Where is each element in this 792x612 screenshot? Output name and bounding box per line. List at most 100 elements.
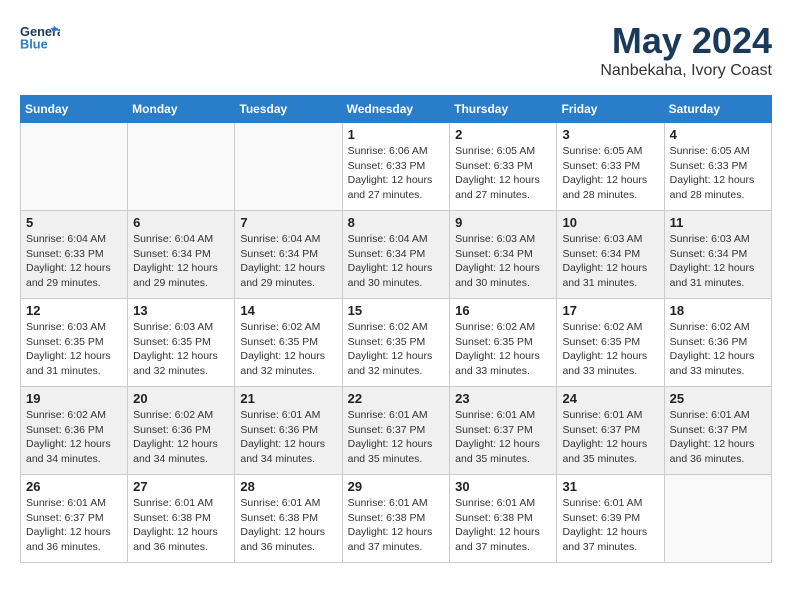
calendar-day-cell: 11 Sunrise: 6:03 AM Sunset: 6:34 PM Dayli… <box>664 211 771 299</box>
day-info: Sunrise: 6:03 AM Sunset: 6:34 PM Dayligh… <box>562 232 658 291</box>
day-info: Sunrise: 6:01 AM Sunset: 6:37 PM Dayligh… <box>670 408 766 467</box>
calendar-day-cell: 25 Sunrise: 6:01 AM Sunset: 6:37 PM Dayli… <box>664 387 771 475</box>
day-number: 4 <box>670 127 766 142</box>
calendar-day-cell <box>664 475 771 563</box>
calendar-day-cell: 6 Sunrise: 6:04 AM Sunset: 6:34 PM Daylig… <box>128 211 235 299</box>
calendar-day-cell: 29Sunrise: 6:01 AM Sunset: 6:38 PM Dayli… <box>342 475 450 563</box>
day-number: 14 <box>240 303 336 318</box>
weekday-header: Thursday <box>450 96 557 123</box>
calendar-day-cell <box>128 123 235 211</box>
day-info: Sunrise: 6:02 AM Sunset: 6:36 PM Dayligh… <box>133 408 229 467</box>
day-number: 25 <box>670 391 766 406</box>
calendar-day-cell: 1 Sunrise: 6:06 AM Sunset: 6:33 PM Daylig… <box>342 123 450 211</box>
day-number: 30 <box>455 479 551 494</box>
title-section: May 2024 Nanbekaha, Ivory Coast <box>600 20 772 80</box>
calendar-day-cell: 24 Sunrise: 6:01 AM Sunset: 6:37 PM Dayli… <box>557 387 664 475</box>
day-info: Sunrise: 6:04 AM Sunset: 6:34 PM Dayligh… <box>133 232 229 291</box>
calendar-day-cell: 19 Sunrise: 6:02 AM Sunset: 6:36 PM Dayli… <box>21 387 128 475</box>
day-info: Sunrise: 6:03 AM Sunset: 6:34 PM Dayligh… <box>670 232 766 291</box>
calendar-day-cell: 10 Sunrise: 6:03 AM Sunset: 6:34 PM Dayli… <box>557 211 664 299</box>
calendar-day-cell: 8Sunrise: 6:04 AM Sunset: 6:34 PM Daylig… <box>342 211 450 299</box>
calendar-day-cell: 21 Sunrise: 6:01 AM Sunset: 6:36 PM Dayli… <box>235 387 342 475</box>
calendar-day-cell: 5 Sunrise: 6:04 AM Sunset: 6:33 PM Daylig… <box>21 211 128 299</box>
day-info: Sunrise: 6:01 AM Sunset: 6:38 PM Dayligh… <box>240 496 336 555</box>
day-info: Sunrise: 6:02 AM Sunset: 6:35 PM Dayligh… <box>455 320 551 379</box>
day-number: 20 <box>133 391 229 406</box>
weekday-header: Saturday <box>664 96 771 123</box>
calendar-day-cell: 27Sunrise: 6:01 AM Sunset: 6:38 PM Dayli… <box>128 475 235 563</box>
calendar-week-row: 1 Sunrise: 6:06 AM Sunset: 6:33 PM Daylig… <box>21 123 772 211</box>
day-number: 10 <box>562 215 658 230</box>
day-info: Sunrise: 6:06 AM Sunset: 6:33 PM Dayligh… <box>348 144 445 203</box>
day-number: 7 <box>240 215 336 230</box>
location-title: Nanbekaha, Ivory Coast <box>600 62 772 80</box>
day-number: 29 <box>348 479 445 494</box>
day-number: 15 <box>348 303 445 318</box>
calendar-header-row: SundayMondayTuesdayWednesdayThursdayFrid… <box>21 96 772 123</box>
day-info: Sunrise: 6:02 AM Sunset: 6:35 PM Dayligh… <box>240 320 336 379</box>
day-number: 28 <box>240 479 336 494</box>
day-info: Sunrise: 6:04 AM Sunset: 6:34 PM Dayligh… <box>348 232 445 291</box>
day-info: Sunrise: 6:02 AM Sunset: 6:36 PM Dayligh… <box>670 320 766 379</box>
day-info: Sunrise: 6:01 AM Sunset: 6:37 PM Dayligh… <box>26 496 122 555</box>
calendar-day-cell: 16 Sunrise: 6:02 AM Sunset: 6:35 PM Dayli… <box>450 299 557 387</box>
calendar-day-cell: 23 Sunrise: 6:01 AM Sunset: 6:37 PM Dayli… <box>450 387 557 475</box>
calendar-week-row: 19 Sunrise: 6:02 AM Sunset: 6:36 PM Dayli… <box>21 387 772 475</box>
logo-icon: General Blue <box>20 20 60 55</box>
calendar-day-cell: 22Sunrise: 6:01 AM Sunset: 6:37 PM Dayli… <box>342 387 450 475</box>
calendar-week-row: 12 Sunrise: 6:03 AM Sunset: 6:35 PM Dayli… <box>21 299 772 387</box>
day-info: Sunrise: 6:03 AM Sunset: 6:35 PM Dayligh… <box>26 320 122 379</box>
day-number: 16 <box>455 303 551 318</box>
weekday-header: Tuesday <box>235 96 342 123</box>
day-number: 3 <box>562 127 658 142</box>
calendar-day-cell: 4 Sunrise: 6:05 AM Sunset: 6:33 PM Daylig… <box>664 123 771 211</box>
day-info: Sunrise: 6:01 AM Sunset: 6:39 PM Dayligh… <box>562 496 658 555</box>
weekday-header: Wednesday <box>342 96 450 123</box>
calendar-day-cell <box>21 123 128 211</box>
svg-text:Blue: Blue <box>20 37 48 52</box>
calendar-day-cell: 14 Sunrise: 6:02 AM Sunset: 6:35 PM Dayli… <box>235 299 342 387</box>
day-number: 13 <box>133 303 229 318</box>
day-number: 12 <box>26 303 122 318</box>
calendar-day-cell: 7Sunrise: 6:04 AM Sunset: 6:34 PM Daylig… <box>235 211 342 299</box>
header: General Blue May 2024 Nanbekaha, Ivory C… <box>20 20 772 80</box>
weekday-header: Sunday <box>21 96 128 123</box>
calendar-table: SundayMondayTuesdayWednesdayThursdayFrid… <box>20 95 772 563</box>
day-number: 9 <box>455 215 551 230</box>
day-number: 31 <box>562 479 658 494</box>
day-info: Sunrise: 6:02 AM Sunset: 6:36 PM Dayligh… <box>26 408 122 467</box>
day-number: 22 <box>348 391 445 406</box>
day-info: Sunrise: 6:04 AM Sunset: 6:33 PM Dayligh… <box>26 232 122 291</box>
month-title: May 2024 <box>600 20 772 62</box>
calendar-day-cell: 9 Sunrise: 6:03 AM Sunset: 6:34 PM Daylig… <box>450 211 557 299</box>
day-info: Sunrise: 6:01 AM Sunset: 6:37 PM Dayligh… <box>455 408 551 467</box>
day-info: Sunrise: 6:02 AM Sunset: 6:35 PM Dayligh… <box>562 320 658 379</box>
day-info: Sunrise: 6:01 AM Sunset: 6:38 PM Dayligh… <box>455 496 551 555</box>
day-number: 5 <box>26 215 122 230</box>
calendar-day-cell: 28 Sunrise: 6:01 AM Sunset: 6:38 PM Dayli… <box>235 475 342 563</box>
day-number: 6 <box>133 215 229 230</box>
day-number: 23 <box>455 391 551 406</box>
weekday-header: Monday <box>128 96 235 123</box>
calendar-day-cell: 30 Sunrise: 6:01 AM Sunset: 6:38 PM Dayli… <box>450 475 557 563</box>
day-number: 1 <box>348 127 445 142</box>
day-number: 24 <box>562 391 658 406</box>
calendar-week-row: 5 Sunrise: 6:04 AM Sunset: 6:33 PM Daylig… <box>21 211 772 299</box>
day-info: Sunrise: 6:05 AM Sunset: 6:33 PM Dayligh… <box>670 144 766 203</box>
day-number: 2 <box>455 127 551 142</box>
day-number: 19 <box>26 391 122 406</box>
day-number: 11 <box>670 215 766 230</box>
calendar-day-cell: 13Sunrise: 6:03 AM Sunset: 6:35 PM Dayli… <box>128 299 235 387</box>
day-info: Sunrise: 6:01 AM Sunset: 6:37 PM Dayligh… <box>562 408 658 467</box>
day-info: Sunrise: 6:01 AM Sunset: 6:36 PM Dayligh… <box>240 408 336 467</box>
day-number: 26 <box>26 479 122 494</box>
day-number: 18 <box>670 303 766 318</box>
day-info: Sunrise: 6:05 AM Sunset: 6:33 PM Dayligh… <box>562 144 658 203</box>
calendar-week-row: 26 Sunrise: 6:01 AM Sunset: 6:37 PM Dayli… <box>21 475 772 563</box>
day-number: 21 <box>240 391 336 406</box>
calendar-day-cell <box>235 123 342 211</box>
logo: General Blue <box>20 20 60 55</box>
weekday-header: Friday <box>557 96 664 123</box>
day-info: Sunrise: 6:03 AM Sunset: 6:34 PM Dayligh… <box>455 232 551 291</box>
calendar-day-cell: 20 Sunrise: 6:02 AM Sunset: 6:36 PM Dayli… <box>128 387 235 475</box>
